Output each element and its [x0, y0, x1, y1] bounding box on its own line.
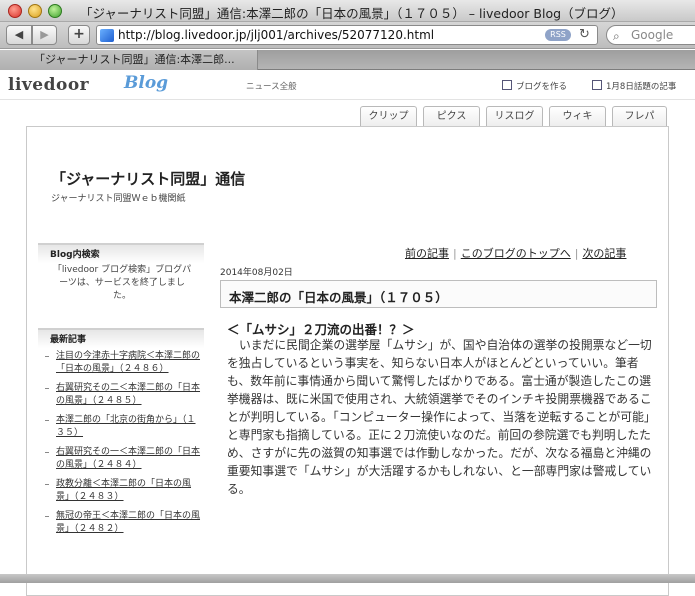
post-navigation: 前の記事 | このブログのトップへ | 次の記事	[405, 245, 626, 261]
recent-post-link[interactable]: 本澤二郎の「北京の街角から」（１３５）	[56, 415, 196, 438]
recent-post-link[interactable]: 右翼研究その一＜本澤二郎の「日本の風景」（２４８４）	[56, 447, 200, 470]
window-titlebar: 「ジャーナリスト同盟」通信:本澤二郎の「日本の風景」（１７０５） – lived…	[0, 0, 695, 22]
livedoor-logo[interactable]: livedoor	[8, 75, 89, 95]
make-blog-link[interactable]: ブログを作る	[502, 80, 567, 92]
forward-button[interactable]: ▶	[32, 25, 57, 45]
plus-icon: +	[73, 26, 85, 42]
sidebar-recent-heading: 最新記事	[38, 328, 204, 348]
recent-post-link[interactable]: 政教分離＜本澤二郎の「日本の風景」（２４８３）	[56, 479, 191, 502]
nav-separator: |	[574, 247, 579, 260]
calendar-icon	[592, 80, 602, 90]
nav-tab-clip[interactable]: クリップ	[360, 106, 417, 126]
search-placeholder: Google	[631, 28, 674, 42]
sidebar-search-note: 「livedoor ブログ検索」ブログパーツは、サービスを終了しました。	[52, 265, 192, 301]
site-favicon-icon	[100, 29, 114, 42]
nav-tab-frepa[interactable]: フレパ	[612, 106, 667, 126]
blog-subtitle: ジャーナリスト同盟Ｗｅｂ機関紙	[51, 194, 186, 204]
nav-tab-rislog[interactable]: リスログ	[486, 106, 543, 126]
blog-title[interactable]: 「ジャーナリスト同盟」通信	[51, 168, 245, 189]
livedoor-header: livedoor Blog ニュース全般 ブログを作る 1月8日話題の記事	[0, 70, 695, 100]
nav-tab-wiki[interactable]: ウィキ	[549, 106, 606, 126]
post-title[interactable]: 本澤二郎の「日本の風景」（１７０５）	[229, 287, 448, 306]
rss-button[interactable]: RSS	[545, 29, 571, 41]
sidebar-search-heading: Blog内検索	[38, 243, 204, 263]
tab-active[interactable]: 「ジャーナリスト同盟」通信:本澤二郎...	[0, 50, 258, 70]
url-text[interactable]: http://blog.livedoor.jp/jlj001/archives/…	[118, 28, 434, 42]
address-bar[interactable]: http://blog.livedoor.jp/jlj001/archives/…	[96, 25, 598, 45]
prev-post-link[interactable]: 前の記事	[405, 247, 449, 260]
recent-post-link[interactable]: 注目の今津赤十字病院＜本澤二郎の「日本の風景」（２４８６）	[56, 351, 200, 374]
recent-post-link[interactable]: 右翼研究その二＜本澤二郎の「日本の風景」（２４８５）	[56, 383, 200, 406]
trending-link[interactable]: 1月8日話題の記事	[592, 80, 676, 92]
recent-post-item[interactable]: 注目の今津赤十字病院＜本澤二郎の「日本の風景」（２４８６）	[42, 350, 202, 376]
minimize-window-button[interactable]	[28, 4, 42, 18]
tab-bar: 「ジャーナリスト同盟」通信:本澤二郎...	[0, 50, 695, 70]
zoom-window-button[interactable]	[48, 4, 62, 18]
recent-post-link[interactable]: 無冠の帝王＜本澤二郎の「日本の風景」（２４８２）	[56, 511, 200, 534]
recent-post-item[interactable]: 無冠の帝王＜本澤二郎の「日本の風景」（２４８２）	[42, 510, 202, 536]
recent-post-item[interactable]: 右翼研究その一＜本澤二郎の「日本の風景」（２４８４）	[42, 446, 202, 472]
edit-icon	[502, 80, 512, 90]
search-icon: ⌕	[613, 29, 620, 43]
next-post-link[interactable]: 次の記事	[582, 247, 626, 260]
news-link[interactable]: ニュース全般	[246, 80, 297, 92]
trending-label: 1月8日話題の記事	[606, 82, 677, 92]
browser-toolbar: ◀ ▶ + http://blog.livedoor.jp/jlj001/arc…	[0, 22, 695, 49]
close-window-button[interactable]	[8, 4, 22, 18]
nav-separator: |	[453, 247, 457, 260]
post-date: 2014年08月02日	[220, 268, 293, 278]
search-field[interactable]: ⌕ Google	[606, 25, 695, 45]
recent-post-item[interactable]: 政教分離＜本澤二郎の「日本の風景」（２４８３）	[42, 478, 202, 504]
recent-post-item[interactable]: 本澤二郎の「北京の街角から」（１３５）	[42, 414, 202, 440]
nav-tab-pics[interactable]: ピクス	[423, 106, 480, 126]
make-blog-label: ブログを作る	[516, 82, 568, 92]
recent-post-item[interactable]: 右翼研究その二＜本澤二郎の「日本の風景」（２４８５）	[42, 382, 202, 408]
recent-posts-list: 注目の今津赤十字病院＜本澤二郎の「日本の風景」（２４８６） 右翼研究その二＜本澤…	[42, 350, 202, 542]
add-bookmark-button[interactable]: +	[68, 25, 90, 45]
blog-logo[interactable]: Blog	[124, 73, 168, 93]
forward-arrow-icon: ▶	[40, 28, 49, 41]
back-button[interactable]: ◀	[6, 25, 32, 45]
window-title: 「ジャーナリスト同盟」通信:本澤二郎の「日本の風景」（１７０５） – lived…	[80, 6, 624, 21]
blog-top-link[interactable]: このブログのトップへ	[461, 247, 571, 260]
reload-icon[interactable]: ↻	[579, 27, 590, 42]
post-title-box: 本澤二郎の「日本の風景」（１７０５）	[220, 280, 657, 308]
window-bottom-edge	[0, 574, 695, 583]
post-body: いまだに民間企業の選挙屋「ムサシ」が、国や自治体の選挙の投開票など一切を独占して…	[227, 338, 656, 496]
back-arrow-icon: ◀	[14, 28, 24, 41]
